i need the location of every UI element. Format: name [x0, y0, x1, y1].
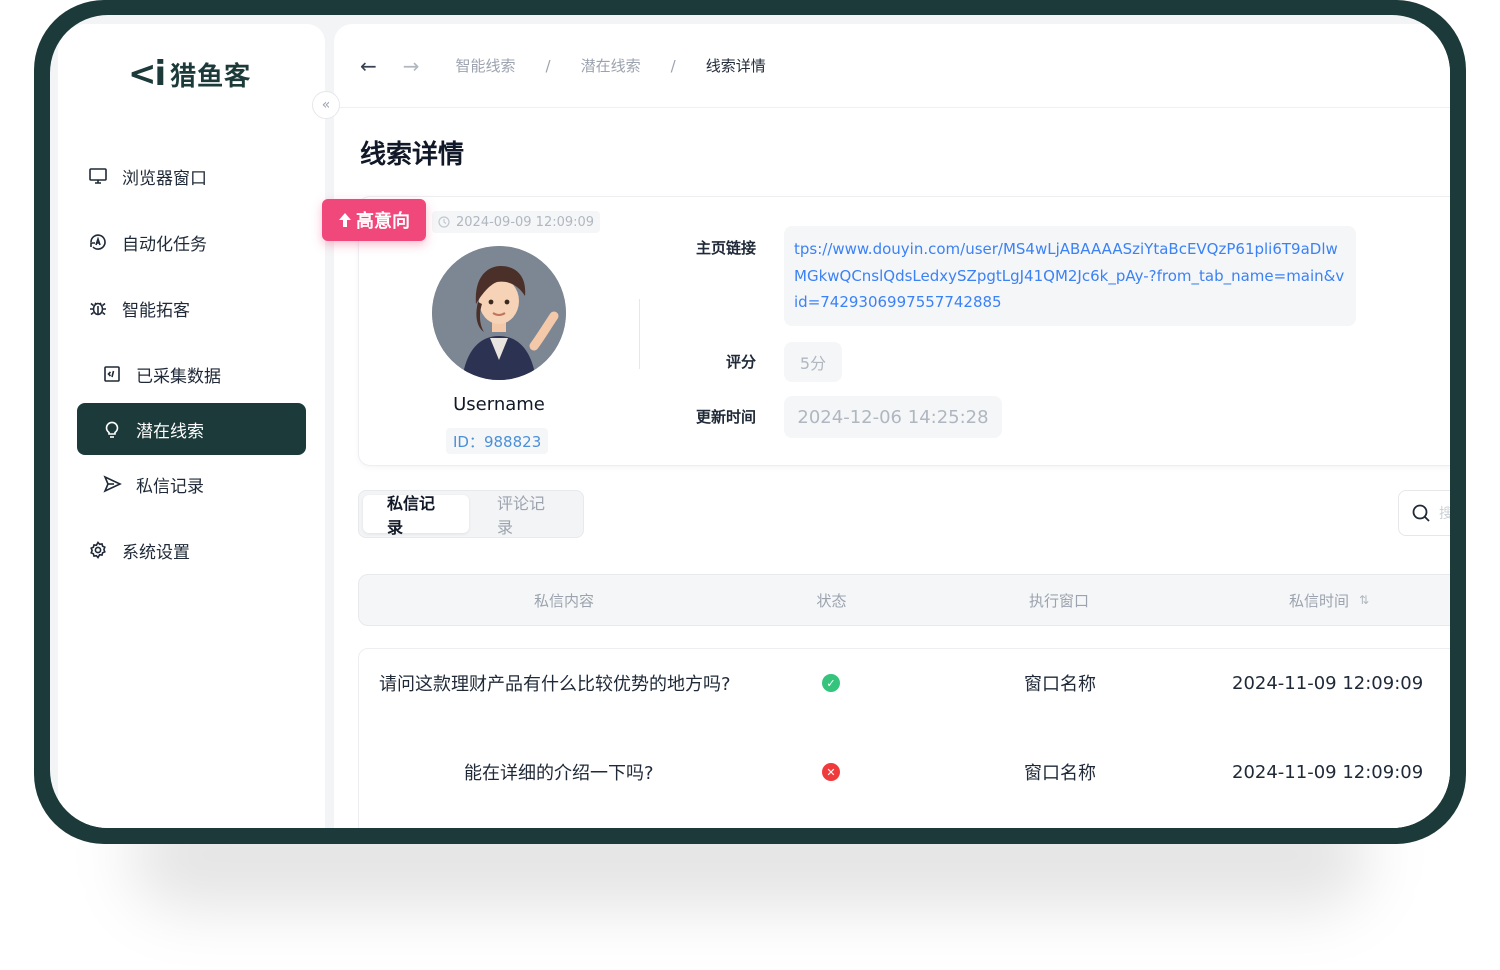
sidebar-item-label: 智能拓客	[122, 300, 190, 321]
search-icon	[1412, 504, 1430, 522]
message-time: 2024-11-09 12:09:09	[1232, 761, 1424, 783]
sidebar-item-smart-acquisition[interactable]: 智能拓客	[88, 282, 308, 334]
breadcrumb-separator: /	[545, 56, 551, 75]
sidebar-item-browser-window[interactable]: 浏览器窗口	[88, 150, 308, 202]
updated-time-value: 2024-12-06 14:25:28	[784, 396, 1002, 438]
sidebar-item-system-settings[interactable]: 系统设置	[88, 524, 308, 576]
sidebar-item-automation-task[interactable]: 自动化任务	[88, 216, 308, 268]
app-logo[interactable]: <i 猎鱼客	[128, 54, 251, 94]
record-tabs: 私信记录 评论记录	[358, 490, 584, 538]
user-id: ID：988823	[446, 428, 549, 454]
page-title: 线索详情	[360, 140, 465, 170]
execution-window: 窗口名称	[1024, 674, 1096, 695]
breadcrumb-lead-detail: 线索详情	[705, 57, 766, 75]
tab-message-records[interactable]: 私信记录	[363, 494, 469, 537]
user-avatar	[432, 246, 566, 380]
sidebar-item-label: 潜在线索	[136, 421, 204, 442]
back-arrow-icon[interactable]: ←	[360, 54, 377, 78]
high-intent-badge: 高意向	[322, 199, 426, 241]
column-header-content: 私信内容	[533, 591, 594, 610]
updated-time-label: 更新时间	[695, 408, 756, 426]
main-content: ← → 智能线索 / 潜在线索 / 线索详情 线索详情 高意向 2024-09-…	[322, 24, 1450, 828]
table-body: 请问这款理财产品有什么比较优势的地方吗? ✓ 窗口名称 2024-11-09 1…	[358, 648, 1450, 828]
lightbulb-icon	[102, 419, 122, 439]
sidebar-item-message-records[interactable]: 私信记录	[102, 458, 302, 510]
column-header-window: 执行窗口	[1028, 591, 1089, 610]
card-divider	[639, 299, 640, 369]
execution-window: 窗口名称	[1024, 763, 1096, 784]
sidebar-item-label: 私信记录	[136, 476, 204, 497]
sidebar-item-label: 自动化任务	[122, 234, 207, 255]
double-chevron-left-icon: «	[321, 97, 331, 113]
automation-icon	[88, 232, 108, 252]
clock-icon	[438, 216, 450, 228]
tab-comment-records[interactable]: 评论记录	[473, 494, 579, 537]
app-screen: <i 猎鱼客 浏览器窗口 自动化任务 智能拓客 已采集数据 潜在线索 私信记录 …	[50, 15, 1450, 828]
collapse-sidebar-button[interactable]: «	[312, 91, 340, 119]
status-failed-icon: ✕	[822, 752, 840, 792]
message-content: 请问这款理财产品有什么比较优势的地方吗?	[379, 674, 731, 695]
arrow-up-icon	[339, 213, 351, 227]
code-file-icon	[102, 364, 122, 384]
score-value: 5分	[784, 342, 842, 382]
sort-icon[interactable]: ⇅	[1359, 593, 1369, 607]
column-header-message-time[interactable]: 私信时间 ⇅	[1264, 575, 1394, 625]
breadcrumb-separator: /	[670, 56, 676, 75]
column-header-status: 状态	[816, 591, 847, 610]
created-time: 2024-09-09 12:09:09	[456, 214, 595, 230]
score-label: 评分	[725, 353, 756, 371]
breadcrumb-smart-leads[interactable]: 智能线索	[456, 55, 516, 76]
logo-text: 猎鱼客	[170, 61, 252, 92]
table-header: 私信内容 状态 执行窗口 私信时间 ⇅	[358, 574, 1450, 626]
status-success-icon: ✓	[822, 663, 840, 703]
username: Username	[453, 394, 545, 415]
top-nav-bar: ← → 智能线索 / 潜在线索 / 线索详情	[334, 24, 1450, 108]
monitor-icon	[88, 166, 108, 186]
message-content: 能在详细的介绍一下吗?	[464, 763, 654, 784]
search-placeholder: 搜	[1439, 506, 1450, 522]
breadcrumb-potential-leads[interactable]: 潜在线索	[581, 55, 641, 76]
sidebar-item-collected-data[interactable]: 已采集数据	[102, 348, 302, 400]
homepage-label: 主页链接	[695, 239, 756, 257]
badge-label: 高意向	[356, 211, 410, 232]
bug-icon	[88, 298, 108, 318]
logo-mark: <i	[128, 54, 166, 94]
forward-arrow-icon[interactable]: →	[403, 54, 420, 78]
send-icon	[102, 474, 122, 494]
message-time: 2024-11-09 12:09:09	[1232, 672, 1424, 694]
created-time-chip: 2024-09-09 12:09:09	[432, 211, 601, 233]
homepage-link[interactable]: tps://www.douyin.com/user/MS4wLjABAAAASz…	[784, 226, 1356, 326]
sidebar-item-label: 系统设置	[122, 542, 190, 563]
gear-icon	[88, 540, 108, 560]
sidebar: <i 猎鱼客 浏览器窗口 自动化任务 智能拓客 已采集数据 潜在线索 私信记录 …	[58, 24, 325, 828]
sidebar-item-label: 已采集数据	[136, 366, 221, 387]
search-input[interactable]: 搜	[1398, 490, 1450, 536]
sidebar-item-label: 浏览器窗口	[122, 168, 207, 189]
sidebar-item-potential-leads[interactable]: 潜在线索	[77, 403, 306, 455]
